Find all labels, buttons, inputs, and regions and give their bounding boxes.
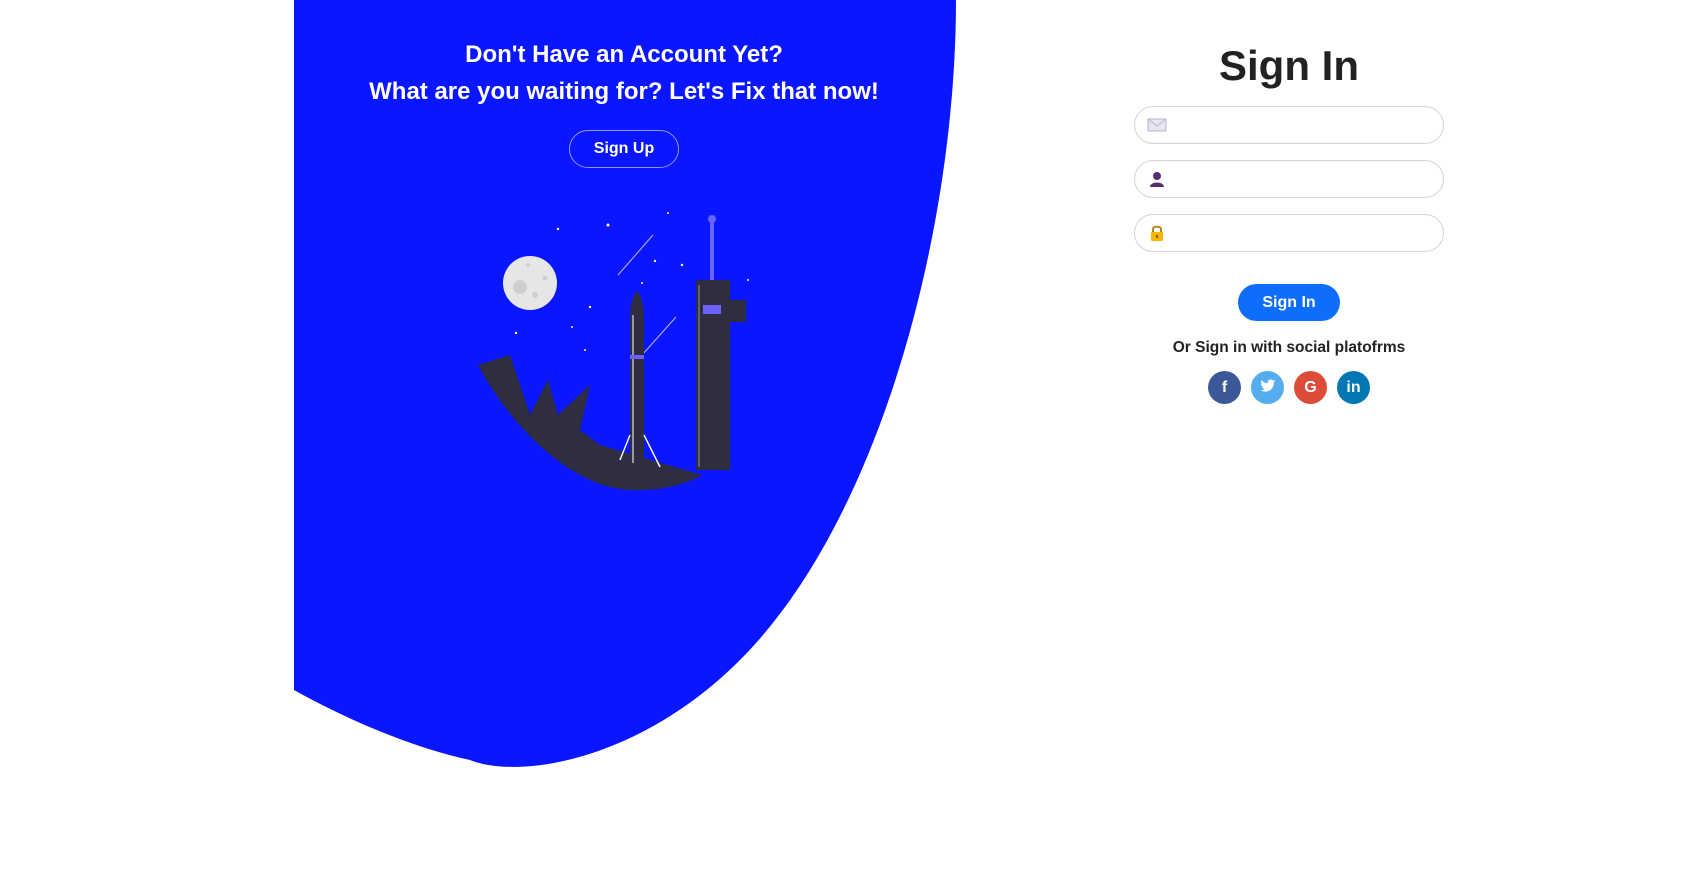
promo-subheading: What are you waiting for? Let's Fix that…	[369, 78, 879, 105]
twitter-icon	[1259, 379, 1275, 392]
rocket-launch-illustration	[478, 212, 749, 491]
username-input[interactable]	[1179, 161, 1433, 199]
email-input[interactable]	[1179, 107, 1433, 145]
facebook-icon: f	[1221, 379, 1228, 396]
social-signin-text: Or Sign in with social platofrms	[1172, 339, 1406, 356]
linkedin-icon: in	[1346, 379, 1361, 396]
twitter-button[interactable]	[1251, 371, 1284, 404]
email-field[interactable]	[1134, 106, 1444, 145]
promo-section: Don't Have an Account Yet? What are you …	[294, 36, 954, 168]
linkedin-button[interactable]: in	[1337, 371, 1370, 404]
user-icon	[1150, 172, 1164, 187]
google-icon: G	[1304, 379, 1317, 396]
envelope-icon	[1147, 118, 1167, 132]
google-button[interactable]: G	[1294, 371, 1327, 404]
password-field[interactable]	[1134, 214, 1444, 253]
sign-up-button[interactable]: Sign Up	[568, 130, 680, 168]
sign-in-form: Sign In Sign In Or Sign in with social p…	[1134, 38, 1444, 404]
promo-heading: Don't Have an Account Yet?	[465, 41, 783, 68]
social-links: f G in	[1134, 371, 1444, 404]
sign-in-button[interactable]: Sign In	[1238, 284, 1340, 321]
facebook-button[interactable]: f	[1208, 371, 1241, 404]
sign-in-title: Sign In	[1219, 42, 1359, 89]
signin-page: Don't Have an Account Yet? What are you …	[0, 0, 1700, 884]
lock-icon	[1151, 225, 1163, 241]
password-input[interactable]	[1179, 215, 1433, 253]
moon-shape	[503, 256, 557, 310]
username-field[interactable]	[1134, 160, 1444, 199]
